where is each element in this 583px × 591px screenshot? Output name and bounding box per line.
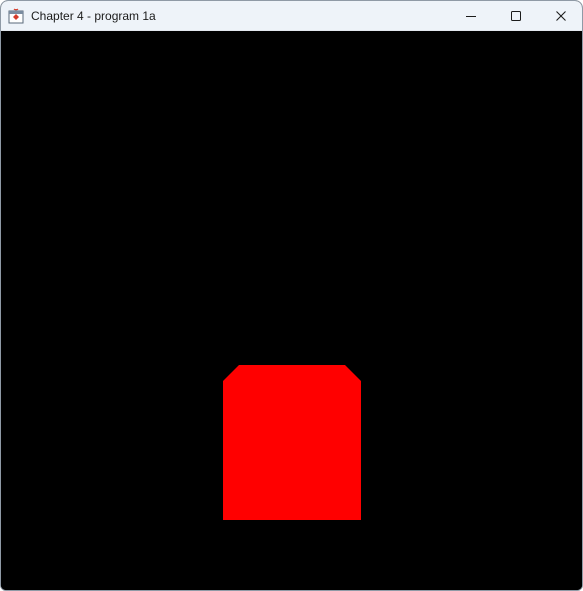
red-cube-shape [223, 365, 361, 520]
java-app-icon[interactable] [8, 8, 24, 24]
maximize-icon [511, 11, 521, 21]
title-bar[interactable]: Chapter 4 - program 1a [1, 1, 582, 31]
render-canvas[interactable] [1, 31, 582, 590]
minimize-icon [466, 16, 476, 17]
minimize-button[interactable] [448, 1, 494, 31]
app-window: Chapter 4 - program 1a [0, 0, 583, 591]
maximize-button[interactable] [493, 1, 539, 31]
close-icon [556, 11, 566, 21]
close-button[interactable] [538, 1, 582, 31]
render-surface [1, 31, 582, 590]
window-title: Chapter 4 - program 1a [31, 9, 156, 23]
